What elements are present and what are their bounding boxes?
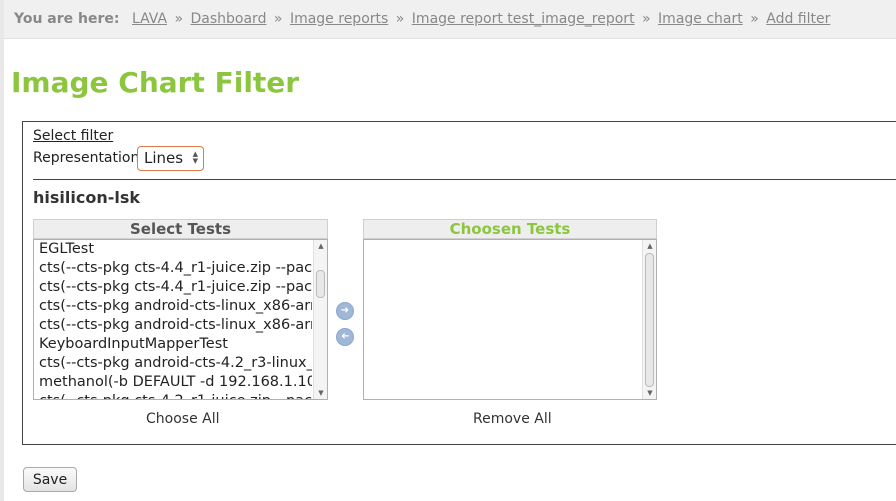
page-title: Image Chart Filter: [11, 66, 300, 99]
project-name: hisilicon-lsk: [33, 188, 141, 207]
scroll-down-icon[interactable]: ▼: [645, 389, 655, 397]
breadcrumb-separator: »: [642, 11, 651, 27]
representation-value: Lines: [144, 149, 184, 167]
breadcrumb-link-add-filter[interactable]: Add filter: [766, 11, 830, 27]
scroll-thumb[interactable]: [316, 270, 325, 298]
breadcrumb-link-image-chart[interactable]: Image chart: [658, 11, 743, 27]
scroll-up-icon[interactable]: ▲: [316, 242, 326, 250]
list-item[interactable]: cts(--cts-pkg android-cts-linux_x86-arm-…: [34, 297, 312, 316]
scroll-thumb[interactable]: [645, 253, 654, 387]
list-item[interactable]: cts(--cts-pkg cts-4.4_r1-juice.zip --pac…: [34, 278, 312, 297]
breadcrumb-link-image-report[interactable]: Image report test_image_report: [412, 11, 635, 27]
scroll-up-icon[interactable]: ▲: [645, 242, 655, 250]
breadcrumb-separator: »: [174, 11, 184, 27]
breadcrumb-separator: »: [750, 11, 759, 27]
divider: [33, 179, 896, 180]
remove-selected-button[interactable]: ➜: [336, 328, 354, 346]
add-selected-button[interactable]: ➜: [336, 302, 354, 320]
select-tests-list[interactable]: EGLTest cts(--cts-pkg cts-4.4_r1-juice.zi…: [33, 239, 328, 400]
list-item[interactable]: cts(--cts-pkg android-cts-linux_x86-arm-…: [34, 316, 312, 335]
breadcrumb-link-dashboard[interactable]: Dashboard: [191, 11, 267, 27]
breadcrumb-label: You are here:: [14, 11, 120, 27]
list-item[interactable]: cts(--cts-pkg cts-4.2_r1-juice.zip --pac…: [34, 392, 312, 399]
filter-form: Select filter Representation Lines ▲ ▼ hi…: [22, 121, 896, 445]
select-tests-header: Select Tests: [33, 219, 328, 239]
page-left-edge: [0, 0, 4, 501]
select-tests-scrollbar[interactable]: ▲ ▼: [313, 240, 327, 399]
select-arrows-icon: ▲ ▼: [192, 150, 198, 165]
scroll-down-icon[interactable]: ▼: [316, 389, 326, 397]
representation-select[interactable]: Lines ▲ ▼: [137, 146, 204, 171]
select-filter-link[interactable]: Select filter: [33, 128, 113, 144]
save-button[interactable]: Save: [23, 467, 77, 492]
breadcrumb-separator: »: [395, 11, 405, 27]
breadcrumb-link-image-reports[interactable]: Image reports: [290, 11, 388, 27]
list-item[interactable]: cts(--cts-pkg android-cts-4.2_r3-linux_x…: [34, 354, 312, 373]
choose-all-link[interactable]: Choose All: [146, 411, 220, 427]
list-item[interactable]: methanol(-b DEFAULT -d 192.168.1.10): [34, 373, 312, 392]
breadcrumb: You are here: LAVA » Dashboard » Image r…: [4, 0, 896, 39]
representation-label: Representation: [33, 150, 140, 166]
list-item[interactable]: KeyboardInputMapperTest: [34, 335, 312, 354]
breadcrumb-separator: »: [273, 11, 283, 27]
chosen-tests-header: Choosen Tests: [363, 219, 657, 239]
arrow-right-icon: ➜: [340, 305, 350, 316]
arrow-left-icon: ➜: [340, 331, 350, 342]
chosen-tests-scrollbar[interactable]: ▲ ▼: [642, 240, 656, 399]
list-item[interactable]: cts(--cts-pkg cts-4.4_r1-juice.zip --pac…: [34, 259, 312, 278]
chosen-tests-list[interactable]: ▲ ▼: [363, 239, 657, 400]
remove-all-link[interactable]: Remove All: [473, 411, 552, 427]
breadcrumb-link-lava[interactable]: LAVA: [132, 11, 167, 27]
list-item[interactable]: EGLTest: [34, 240, 312, 259]
